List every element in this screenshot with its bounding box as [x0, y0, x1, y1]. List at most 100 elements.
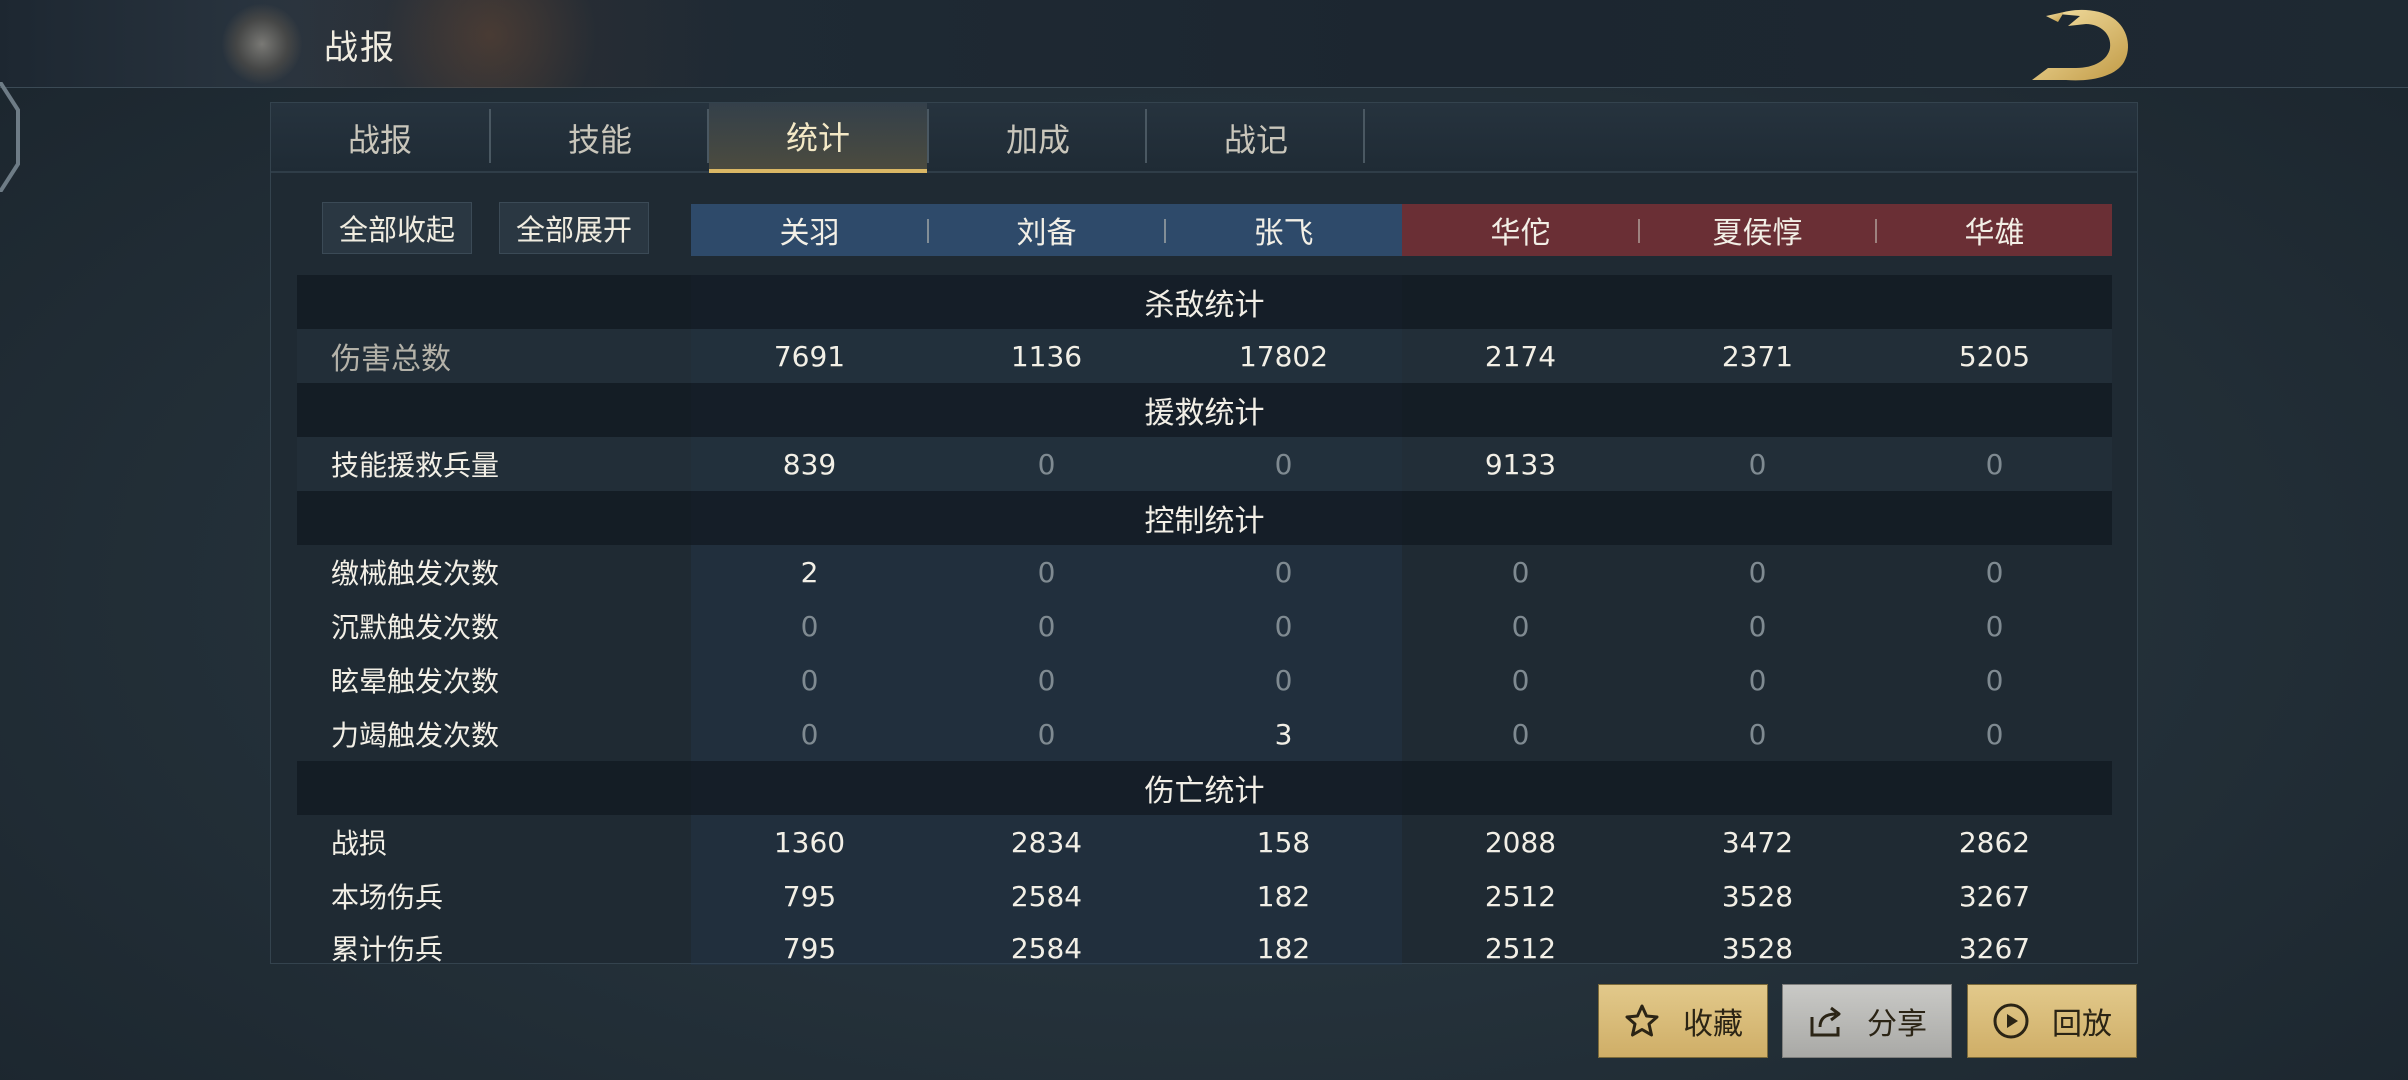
tab-battle-log[interactable]: 战记: [1147, 103, 1365, 173]
stat-cell: 0: [1748, 609, 1767, 643]
section-title: 伤亡统计: [1144, 774, 1265, 809]
row-label: 力竭触发次数: [331, 719, 500, 752]
stat-cell: 0: [1037, 447, 1056, 481]
table-row: 累计伤兵 795 2584 182 2512 3528 3267: [297, 911, 2112, 964]
row-label: 眩晕触发次数: [331, 665, 500, 698]
play-icon: [1992, 1002, 2030, 1040]
top-bar: 战报: [0, 0, 2408, 88]
stat-cell: 2: [800, 555, 819, 589]
stat-cell: 0: [1511, 663, 1530, 697]
stat-cell: 158: [1256, 825, 1311, 859]
collapse-all-button[interactable]: 全部收起: [322, 202, 472, 254]
replay-label: 回放: [2052, 1007, 2112, 1042]
stat-cell: 0: [800, 717, 819, 751]
replay-button[interactable]: 回放: [1967, 984, 2137, 1058]
stat-cell: 2862: [1958, 825, 2031, 859]
stat-cell: 3: [1274, 717, 1293, 751]
stat-cell: 0: [1274, 555, 1293, 589]
stat-cell: 182: [1256, 931, 1311, 964]
stat-cell: 1136: [1010, 339, 1083, 373]
stat-cell: 3472: [1721, 825, 1794, 859]
stat-cell: 0: [1985, 663, 2004, 697]
table-row: 力竭触发次数 0 0 3 0 0 0: [297, 707, 2112, 761]
stat-cell: 7691: [773, 339, 846, 373]
stat-cell: 0: [1985, 447, 2004, 481]
stat-cell: 0: [1511, 555, 1530, 589]
stat-cell: 0: [1748, 717, 1767, 751]
stat-cell: 0: [1037, 717, 1056, 751]
general-name-guanyu: 关羽: [779, 216, 840, 251]
stat-cell: 0: [1037, 609, 1056, 643]
table-row: 伤害总数 7691 1136 17802 2174 2371 5205: [297, 329, 2112, 383]
side-hex-frame: [0, 82, 20, 192]
stat-cell: 0: [1748, 663, 1767, 697]
section-header-casualties: 伤亡统计: [297, 761, 2112, 815]
stat-cell: 3267: [1958, 931, 2031, 964]
stat-cell: 5205: [1958, 339, 2031, 373]
row-label: 缴械触发次数: [331, 557, 500, 590]
table-row: 眩晕触发次数 0 0 0 0 0 0: [297, 653, 2112, 707]
stat-cell: 17802: [1238, 339, 1329, 373]
tab-statistics[interactable]: 统计: [709, 103, 927, 173]
stat-cell: 0: [1037, 663, 1056, 697]
general-name-zhangfei: 张飞: [1253, 216, 1314, 251]
favorite-label: 收藏: [1683, 1007, 1743, 1042]
dragon-emblem-icon: [222, 4, 302, 84]
header-decoration: [210, 0, 910, 88]
stat-cell: 0: [800, 663, 819, 697]
general-name-xiahoudun: 夏侯惇: [1712, 216, 1803, 251]
expand-all-button[interactable]: 全部展开: [499, 202, 649, 254]
stat-cell: 0: [1985, 609, 2004, 643]
favorite-button[interactable]: 收藏: [1598, 984, 1768, 1058]
stat-cell: 2584: [1010, 931, 1083, 964]
dragon-logo-icon[interactable]: [2028, 4, 2138, 84]
stat-cell: 0: [1748, 555, 1767, 589]
table-row: 技能援救兵量 839 0 0 9133 0 0: [297, 437, 2112, 491]
share-label: 分享: [1867, 1007, 1927, 1042]
general-name-huatuo: 华佗: [1490, 216, 1551, 251]
row-label: 累计伤兵: [331, 933, 444, 963]
tab-battle-report[interactable]: 战报: [271, 103, 489, 173]
section-title: 杀敌统计: [1144, 288, 1265, 323]
stat-cell: 0: [1511, 609, 1530, 643]
stat-cell: 0: [1748, 447, 1767, 481]
stat-cell: 2512: [1484, 931, 1557, 964]
table-row: 缴械触发次数 2 0 0 0 0 0: [297, 545, 2112, 599]
stat-cell: 2174: [1484, 339, 1557, 373]
stat-cell: 795: [782, 931, 837, 964]
stat-cell: 2088: [1484, 825, 1557, 859]
row-label: 技能援救兵量: [331, 449, 500, 482]
stat-cell: 0: [1985, 555, 2004, 589]
stat-cell: 0: [1985, 717, 2004, 751]
table-row: 沉默触发次数 0 0 0 0 0 0: [297, 599, 2112, 653]
statistics-panel: 战报 技能 统计 加成 战记 全部收起 全部展开 关羽 刘备 张飞 华佗 夏侯惇…: [270, 102, 2138, 965]
section-header-control: 控制统计: [297, 491, 2112, 545]
tab-skills[interactable]: 技能: [491, 103, 709, 173]
general-name-huaxiong: 华雄: [1964, 216, 2025, 251]
stat-cell: 9133: [1484, 447, 1557, 481]
section-title: 控制统计: [1144, 504, 1265, 539]
star-icon: [1623, 1002, 1661, 1040]
stat-cell: 2834: [1010, 825, 1083, 859]
tab-bar: 战报 技能 统计 加成 战记: [271, 103, 2137, 173]
row-label: 战损: [331, 827, 388, 860]
tab-divider: [1363, 109, 1365, 163]
stat-cell: 2371: [1721, 339, 1794, 373]
row-label: 沉默触发次数: [331, 611, 500, 644]
section-header-rescue: 援救统计: [297, 383, 2112, 437]
stat-cell: 0: [1037, 555, 1056, 589]
stat-cell: 0: [1274, 663, 1293, 697]
stat-cell: 1360: [773, 825, 846, 859]
share-button[interactable]: 分享: [1782, 984, 1952, 1058]
stat-cell: 0: [1274, 609, 1293, 643]
general-name-liubei: 刘备: [1016, 216, 1077, 251]
section-header-kills: 杀敌统计: [297, 275, 2112, 329]
stat-cell: 0: [800, 609, 819, 643]
row-label: 伤害总数: [331, 342, 451, 377]
share-icon: [1807, 1002, 1845, 1040]
section-title: 援救统计: [1144, 396, 1265, 431]
stat-cell: 3528: [1721, 931, 1794, 964]
stat-cell: 0: [1511, 717, 1530, 751]
tab-bonus[interactable]: 加成: [929, 103, 1147, 173]
stat-cell: 839: [782, 447, 837, 481]
